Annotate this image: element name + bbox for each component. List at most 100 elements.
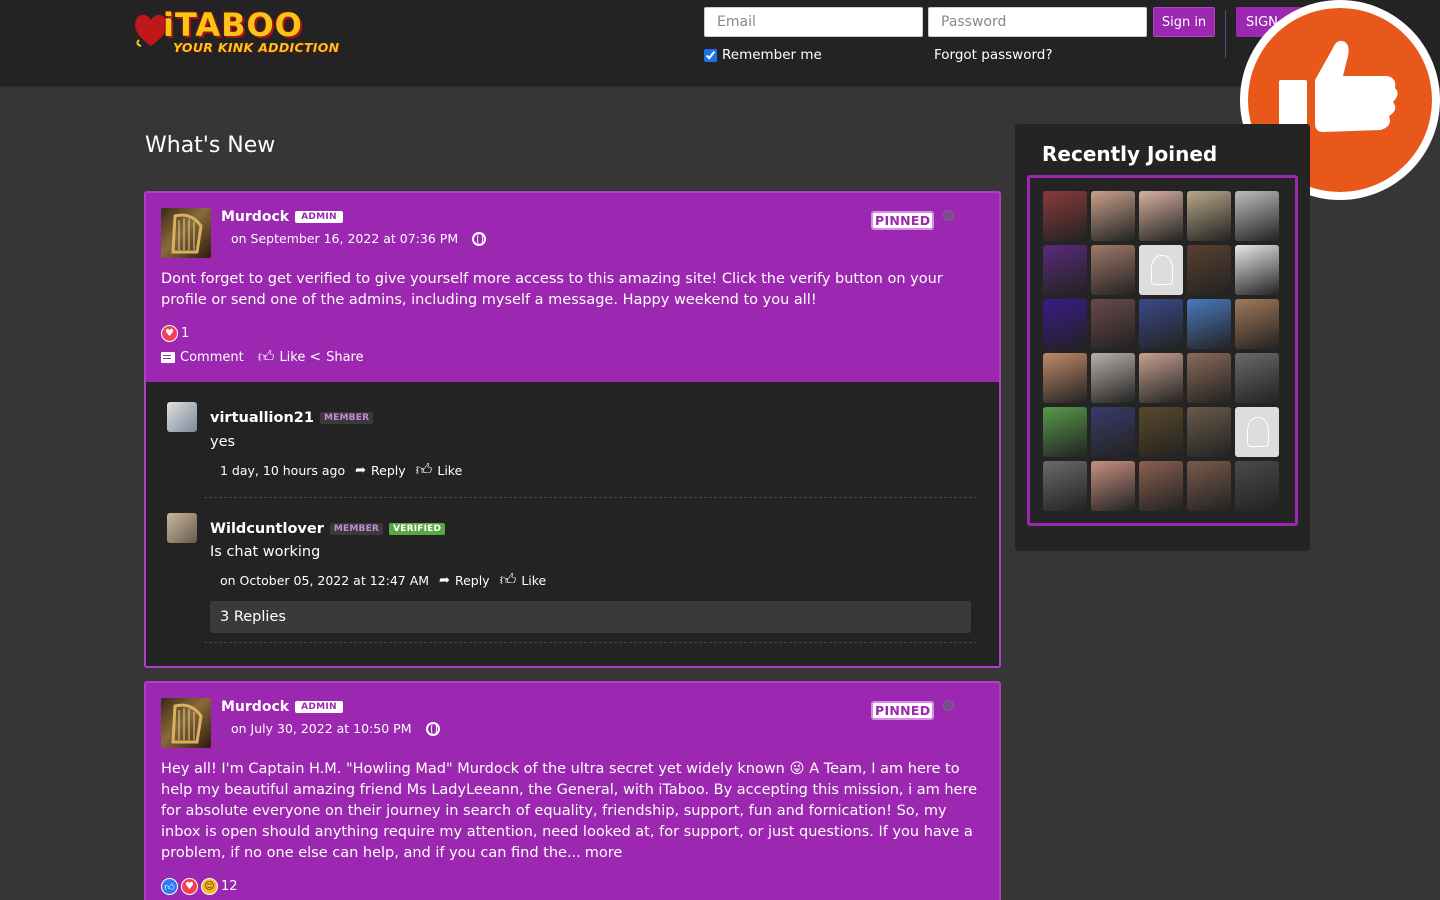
site-logo[interactable]: iTABOO YOUR KINK ADDICTION (133, 6, 339, 58)
like-reaction-icon: 👍︎ (161, 878, 178, 895)
reaction-count: 12 (221, 879, 238, 894)
member-thumbnail[interactable] (1139, 407, 1183, 457)
email-field[interactable] (704, 7, 923, 37)
comment-icon (161, 351, 175, 363)
commenter-name[interactable]: virtuallion21 MEMBER (210, 410, 374, 426)
member-thumbnail[interactable] (1139, 191, 1183, 241)
member-thumbnail[interactable] (1043, 461, 1087, 511)
post-author[interactable]: Murdock ADMIN (221, 699, 343, 715)
member-thumbnail[interactable] (1139, 353, 1183, 403)
post-options-icon[interactable] (943, 210, 954, 221)
author-name[interactable]: Murdock (221, 209, 289, 225)
view-replies-button[interactable]: 3 Replies (210, 601, 971, 633)
member-thumbnail[interactable] (1139, 299, 1183, 349)
sign-in-button[interactable]: Sign in (1153, 7, 1215, 37)
comment-meta: on October 05, 2022 at 12:47 AM ➦ Reply … (220, 572, 546, 588)
comment-time: on October 05, 2022 at 12:47 AM (220, 572, 430, 588)
commenter-avatar[interactable] (167, 513, 197, 543)
love-reaction-icon: ♥ (161, 325, 178, 342)
remember-me-checkbox[interactable] (704, 48, 717, 62)
post-body: Dont forget to get verified to give your… (161, 271, 943, 308)
member-badge: MEMBER (329, 523, 384, 535)
member-thumbnail[interactable] (1187, 191, 1231, 241)
share-button[interactable]: < Share (309, 349, 363, 365)
member-grid (1027, 175, 1298, 526)
member-thumbnail[interactable] (1043, 245, 1087, 295)
reply-icon: ➦ (355, 462, 367, 478)
pinned-badge: PINNED (871, 701, 935, 720)
globe-icon[interactable] (425, 721, 440, 736)
password-field[interactable] (928, 7, 1147, 37)
reactions-summary[interactable]: ♥ 1 (161, 325, 189, 342)
commenter-name[interactable]: Wildcuntlover MEMBER VERIFIED (210, 521, 446, 537)
role-badge: ADMIN (295, 211, 343, 223)
comment-text: Is chat working (210, 544, 321, 560)
comment-like-button[interactable]: 👍︎ Like (500, 572, 547, 588)
verified-badge: VERIFIED (389, 523, 446, 535)
member-thumbnail[interactable] (1187, 245, 1231, 295)
comment-like-button[interactable]: 👍︎ Like (416, 462, 463, 478)
post-options-icon[interactable] (943, 700, 954, 711)
reply-button[interactable]: ➦ Reply (439, 573, 490, 588)
member-thumbnail[interactable] (1043, 407, 1087, 457)
reply-label: Reply (454, 572, 490, 588)
globe-icon[interactable] (472, 231, 487, 246)
share-label: Share (326, 349, 364, 365)
remember-me[interactable]: Remember me (704, 47, 822, 63)
member-thumbnail[interactable] (1235, 191, 1279, 241)
author-name[interactable]: Murdock (221, 699, 289, 715)
role-badge: ADMIN (295, 701, 343, 713)
member-badge: MEMBER (320, 412, 374, 424)
thumbs-up-icon: 👍︎ (257, 347, 275, 366)
post-date: on September 16, 2022 at 07:36 PM (231, 231, 487, 246)
member-thumbnail[interactable] (1187, 353, 1231, 403)
thumbs-up-icon: 👍︎ (499, 570, 517, 589)
forgot-password-link[interactable]: Forgot password? (934, 47, 1053, 63)
member-thumbnail[interactable] (1091, 461, 1135, 511)
reactions-summary[interactable]: 👍︎ ♥ ☺ 12 (161, 878, 238, 895)
post-date: on July 30, 2022 at 10:50 PM (231, 721, 440, 736)
member-thumbnail[interactable] (1139, 245, 1183, 295)
like-label: Like (279, 349, 306, 365)
member-thumbnail[interactable] (1235, 353, 1279, 403)
harp-icon (171, 213, 203, 254)
reply-label: Reply (371, 462, 406, 478)
harp-icon (171, 703, 203, 744)
member-thumbnail[interactable] (1091, 407, 1135, 457)
post-body-text: Hey all! I'm Captain H.M. "Howling Mad" … (161, 761, 978, 861)
member-thumbnail[interactable] (1091, 299, 1135, 349)
commenter-avatar[interactable] (167, 402, 197, 432)
comment-label: Comment (180, 349, 244, 365)
member-thumbnail[interactable] (1235, 299, 1279, 349)
member-thumbnail[interactable] (1235, 407, 1279, 457)
commenter-username[interactable]: virtuallion21 (210, 410, 314, 426)
member-thumbnail[interactable] (1187, 407, 1231, 457)
commenter-username[interactable]: Wildcuntlover (210, 521, 324, 537)
member-thumbnail[interactable] (1043, 191, 1087, 241)
comment-button[interactable]: Comment (161, 350, 244, 365)
pinned-badge: PINNED (871, 211, 935, 230)
member-thumbnail[interactable] (1235, 461, 1279, 511)
more-link[interactable]: more (585, 845, 623, 861)
member-thumbnail[interactable] (1235, 245, 1279, 295)
post-body: Hey all! I'm Captain H.M. "Howling Mad" … (161, 759, 986, 864)
member-thumbnail[interactable] (1139, 461, 1183, 511)
member-thumbnail[interactable] (1043, 299, 1087, 349)
thumbs-up-icon: 👍︎ (415, 460, 433, 479)
post-author[interactable]: Murdock ADMIN (221, 209, 343, 225)
page-title: What's New (145, 133, 276, 158)
like-button[interactable]: 👍︎ Like (258, 349, 306, 365)
post-actions: Comment 👍︎ Like < Share (161, 349, 364, 365)
reply-button[interactable]: ➦ Reply (355, 463, 406, 478)
author-avatar[interactable] (161, 698, 211, 748)
remember-me-label: Remember me (722, 47, 822, 63)
member-thumbnail[interactable] (1187, 461, 1231, 511)
member-thumbnail[interactable] (1091, 353, 1135, 403)
member-thumbnail[interactable] (1091, 245, 1135, 295)
member-thumbnail[interactable] (1091, 191, 1135, 241)
member-thumbnail[interactable] (1187, 299, 1231, 349)
member-thumbnail[interactable] (1043, 353, 1087, 403)
reply-icon: ➦ (439, 572, 450, 588)
logo-tagline: YOUR KINK ADDICTION (173, 40, 340, 55)
author-avatar[interactable] (161, 208, 211, 258)
